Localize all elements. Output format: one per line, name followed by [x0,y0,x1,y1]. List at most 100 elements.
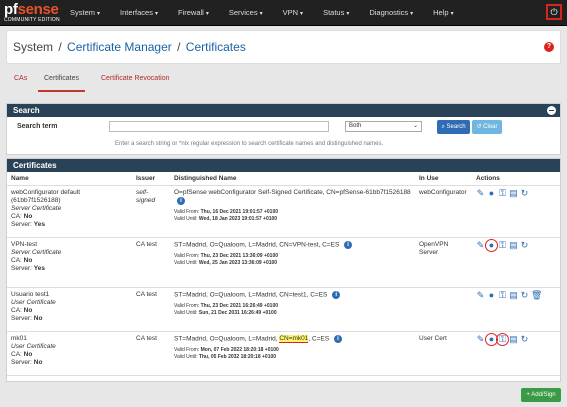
brand-sense: sense [17,1,59,18]
menu-services[interactable]: Services ▾ [219,0,273,26]
cert-dn: ST=Madrid, O=Qualoom, L=Madrid, CN=VPN-t… [174,241,340,249]
edit-pencil-icon[interactable]: ✎ [476,240,485,250]
cert-type: User Certificate [11,298,56,306]
clear-button[interactable]: ↺ Clear [472,120,502,134]
export-p12-icon[interactable]: ▤ [509,334,518,344]
search-help-text: Enter a search string or *nix regular ex… [115,141,384,147]
renew-icon[interactable]: ↻ [520,240,529,250]
server-value: No [33,358,43,366]
search-panel: Search Search term Both ⌄ ⌕ Search ↺ Cle… [6,103,561,155]
edit-pencil-icon[interactable]: ✎ [476,290,485,300]
valid-from-label: Valid From: [174,347,200,354]
menu-label: Status [323,8,345,17]
server-value: Yes [33,264,45,272]
caret-down-icon: ▾ [205,11,209,17]
info-icon[interactable]: i [332,290,341,299]
export-certificate-icon[interactable]: ● [487,188,496,198]
tab-bar: CAs Certificates Certificate Revocation [6,70,561,92]
menu-interfaces[interactable]: Interfaces ▾ [110,0,168,26]
caret-down-icon: ▾ [259,11,263,17]
collapse-icon[interactable] [547,106,556,115]
valid-until: Sun, 21 Dec 2031 16:26:49 +0100 [198,310,277,317]
add-sign-button[interactable]: + Add/Sign [521,388,561,402]
cert-in-use: OpenVPN Server [415,237,472,288]
table-row: Usuario test1 User Certificate CA: No Se… [7,287,560,332]
renew-icon[interactable]: ↻ [520,188,529,198]
cert-dn-prefix: ST=Madrid, O=Qualoom, L=Madrid, [174,335,278,343]
cert-dn-cell: O=pfSense webConfigurator Self-Signed Ce… [170,185,415,238]
menu-label: Diagnostics [369,8,409,17]
export-key-icon[interactable]: ⚿ [496,332,509,346]
certificates-table: Name Issuer Distinguished Name In Use Ac… [7,172,560,376]
certificates-panel-header: Certificates [7,159,560,172]
search-panel-title: Search [13,106,40,115]
edit-pencil-icon[interactable]: ✎ [476,188,485,198]
renew-icon[interactable]: ↻ [520,334,529,344]
table-row: VPN-test Server Certificate CA: No Serve… [7,237,560,288]
menu-label: VPN [282,8,299,17]
column-header-in-use: In Use [415,172,472,186]
search-panel-header: Search [7,104,560,117]
cert-actions: ✎ ● ⚿ ▤ ↻ [472,331,560,376]
logout-icon[interactable]: ⏻ [546,4,562,20]
column-header-issuer: Issuer [132,172,170,186]
search-scope-select[interactable]: Both ⌄ [345,121,422,132]
cert-name: VPN-test [11,240,38,248]
search-button[interactable]: ⌕ Search [437,120,470,134]
top-navbar: pfsense COMMUNITY EDITION System ▾ Interf… [0,0,567,26]
menu-diagnostics[interactable]: Diagnostics ▾ [359,0,423,26]
ca-value: No [23,350,33,358]
menu-status[interactable]: Status ▾ [313,0,359,26]
pfsense-logo[interactable]: pfsense COMMUNITY EDITION [4,2,66,24]
ca-label: CA: [11,350,22,358]
cert-name-cell: mk01 User Certificate CA: No Server: No [7,331,132,376]
valid-until: Wed, 18 Jan 2023 19:01:57 +0100 [198,216,278,223]
tab-certificates[interactable]: Certificates [38,70,86,92]
menu-system[interactable]: System ▾ [60,0,110,26]
info-icon[interactable]: i [344,240,353,249]
search-input[interactable] [109,121,329,132]
cert-dn: O=pfSense webConfigurator Self-Signed Ce… [174,188,411,196]
export-key-icon[interactable]: ⚿ [498,188,507,198]
menu-vpn[interactable]: VPN ▾ [273,0,313,26]
column-header-name: Name [7,172,132,186]
edit-pencil-icon[interactable]: ✎ [476,334,485,344]
export-key-icon[interactable]: ⚿ [498,240,507,250]
menu-label: Help [433,8,449,17]
trash-icon[interactable]: 🗑 [531,290,542,300]
breadcrumb-certificate-manager[interactable]: Certificate Manager [67,40,172,54]
caret-down-icon: ▾ [410,11,414,17]
menu-firewall[interactable]: Firewall ▾ [168,0,219,26]
export-p12-icon[interactable]: ▤ [509,290,518,300]
export-key-icon[interactable]: ⚿ [498,290,507,300]
export-certificate-icon[interactable]: ● [485,332,498,346]
tab-certificate-revocation[interactable]: Certificate Revocation [95,70,175,92]
valid-from-label: Valid From: [174,303,200,310]
export-certificate-icon[interactable]: ● [487,290,496,300]
export-p12-icon[interactable]: ▤ [509,188,518,198]
table-header-row: Name Issuer Distinguished Name In Use Ac… [7,172,560,186]
info-icon[interactable]: i [177,196,185,205]
export-p12-icon[interactable]: ▤ [509,240,518,250]
search-icon: ⌕ [441,124,445,130]
renew-icon[interactable]: ↻ [520,290,529,300]
valid-from-label: Valid From: [174,209,200,216]
cert-dn-cn-highlight: CN=mk01 [279,335,309,344]
tab-cas[interactable]: CAs [8,70,33,92]
cert-in-use: User Cert [415,331,472,376]
breadcrumb-certificates[interactable]: Certificates [186,40,246,54]
help-icon[interactable]: ? [544,42,554,52]
valid-until: Wed, 25 Jan 2023 13:36:09 +0100 [198,260,278,267]
server-value: No [33,314,43,322]
menu-help[interactable]: Help ▾ [423,0,463,26]
cert-type: Server Certificate [11,204,62,212]
info-icon[interactable]: i [334,334,343,343]
breadcrumb-system: System [13,40,54,54]
export-certificate-icon[interactable]: ● [485,238,498,252]
ca-label: CA: [11,212,22,220]
cert-name-cell: webConfigurator default (61bb7f1526188) … [7,185,132,238]
ca-label: CA: [11,306,22,314]
clear-button-label: Clear [483,124,498,130]
cert-issuer: self-signed [132,185,170,238]
cert-dn-cell: ST=Madrid, O=Qualoom, L=Madrid, CN=mk01,… [170,331,415,376]
